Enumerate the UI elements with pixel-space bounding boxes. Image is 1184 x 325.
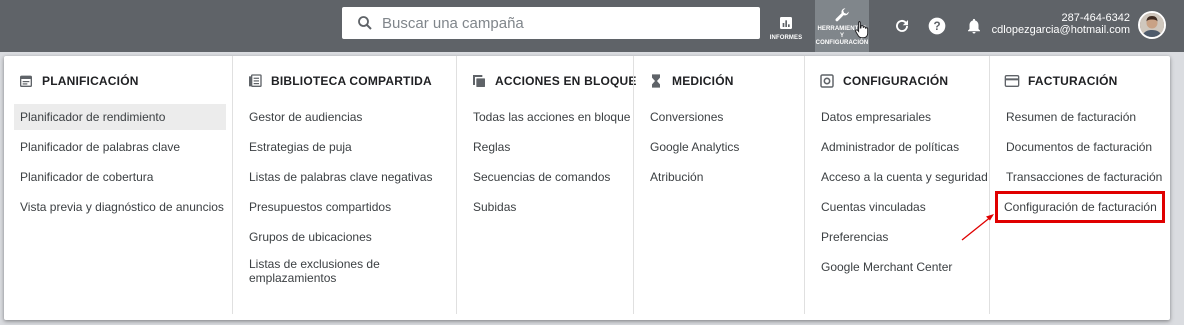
search-box[interactable] <box>342 7 760 39</box>
column-header: ACCIONES EN BLOQUE <box>471 73 637 89</box>
menu-item-grupos-ubicaciones[interactable]: Grupos de ubicaciones <box>243 224 450 250</box>
menu-item-planificador-palabras-clave[interactable]: Planificador de palabras clave <box>14 134 226 160</box>
menu-item-acceso-cuenta-seguridad[interactable]: Acceso a la cuenta y seguridad <box>815 164 988 190</box>
avatar[interactable] <box>1138 11 1166 39</box>
help-icon: ? <box>928 17 946 35</box>
menu-item-resumen-facturacion[interactable]: Resumen de facturación <box>1000 104 1164 130</box>
menu-item-subidas[interactable]: Subidas <box>467 194 627 220</box>
bell-icon <box>968 18 980 34</box>
column-header: MEDICIÓN <box>648 73 734 89</box>
column-header: FACTURACIÓN <box>1004 73 1118 89</box>
menu-column-facturacion: FACTURACIÓN Resumen de facturación Docum… <box>989 56 1170 314</box>
menu-item-secuencias-comandos[interactable]: Secuencias de comandos <box>467 164 627 190</box>
menu-item-vista-previa-diagnostico[interactable]: Vista previa y diagnóstico de anuncios <box>14 194 226 220</box>
column-title: FACTURACIÓN <box>1028 74 1118 88</box>
column-header: PLANIFICACIÓN <box>18 73 139 89</box>
menu-column-biblioteca: BIBLIOTECA COMPARTIDA Gestor de audienci… <box>232 56 456 314</box>
column-header: BIBLIOTECA COMPARTIDA <box>247 73 432 89</box>
menu-item-listas-palabras-negativas[interactable]: Listas de palabras clave negativas <box>243 164 450 190</box>
hand-cursor-icon <box>855 21 869 38</box>
menu-column-configuracion: CONFIGURACIÓN Datos empresariales Admini… <box>804 56 989 314</box>
menu-item-atribucion[interactable]: Atribución <box>644 164 798 190</box>
svg-text:?: ? <box>933 20 940 33</box>
account-email: cdlopezgarcia@hotmail.com <box>991 24 1130 36</box>
reports-icon <box>780 16 792 29</box>
reports-button[interactable]: INFORMES <box>764 0 808 52</box>
tools-label-2: Y <box>839 32 845 39</box>
menu-item-todas-acciones-bloque[interactable]: Todas las acciones en bloque <box>467 104 630 130</box>
notifications-button[interactable] <box>962 0 986 52</box>
annotation-arrow <box>961 214 994 241</box>
wrench-icon <box>835 7 849 21</box>
column-title: PLANIFICACIÓN <box>42 74 139 88</box>
search-input[interactable] <box>382 14 742 32</box>
menu-item-listas-exclusiones[interactable]: Listas de exclusiones de emplazamientos <box>243 254 393 288</box>
menu-item-reglas[interactable]: Reglas <box>467 134 627 160</box>
menu-item-presupuestos-compartidos[interactable]: Presupuestos compartidos <box>243 194 450 220</box>
library-icon <box>249 74 262 87</box>
column-title: ACCIONES EN BLOQUE <box>495 74 637 88</box>
menu-item-datos-empresariales[interactable]: Datos empresariales <box>815 104 983 130</box>
account-info[interactable]: 287-464-6342 cdlopezgarcia@hotmail.com <box>992 12 1130 36</box>
menu-item-estrategias-puja[interactable]: Estrategias de puja <box>243 134 450 160</box>
menu-column-planificacion: PLANIFICACIÓN Planificador de rendimient… <box>4 56 232 314</box>
menu-item-gestor-audiencias[interactable]: Gestor de audiencias <box>243 104 450 130</box>
credit-card-icon <box>1004 75 1020 87</box>
settings-box-icon <box>820 74 834 88</box>
menu-item-google-merchant-center[interactable]: Google Merchant Center <box>815 254 983 280</box>
menu-item-planificador-cobertura[interactable]: Planificador de cobertura <box>14 164 226 190</box>
reload-icon <box>896 19 908 32</box>
menu-column-acciones-bloque: ACCIONES EN BLOQUE Todas las acciones en… <box>456 56 636 314</box>
column-header: CONFIGURACIÓN <box>819 73 948 89</box>
menu-item-documentos-facturacion[interactable]: Documentos de facturación <box>1000 134 1164 160</box>
avatar-image <box>1140 13 1164 37</box>
menu-item-configuracion-facturacion[interactable]: Configuración de facturación <box>995 191 1165 223</box>
column-title: CONFIGURACIÓN <box>843 74 949 88</box>
top-bar: INFORMES HERRAMIENTAS Y CONFIGURACIÓN ? … <box>0 0 1184 52</box>
reload-button[interactable] <box>890 0 914 52</box>
search-icon <box>358 16 372 30</box>
tools-menu-panel: PLANIFICACIÓN Planificador de rendimient… <box>4 56 1170 320</box>
column-title: MEDICIÓN <box>672 74 734 88</box>
help-button[interactable]: ? <box>925 0 949 52</box>
column-title: BIBLIOTECA COMPARTIDA <box>271 74 432 88</box>
reports-label: INFORMES <box>769 34 803 41</box>
menu-item-transacciones-facturacion[interactable]: Transacciones de facturación <box>1000 164 1164 190</box>
menu-item-administrador-politicas[interactable]: Administrador de políticas <box>815 134 983 160</box>
menu-item-conversiones[interactable]: Conversiones <box>644 104 798 130</box>
menu-item-planificador-rendimiento[interactable]: Planificador de rendimiento <box>14 104 226 130</box>
calendar-icon <box>20 75 32 87</box>
tools-settings-button[interactable]: HERRAMIENTAS Y CONFIGURACIÓN <box>815 0 869 52</box>
tools-label-3: CONFIGURACIÓN <box>815 39 869 46</box>
hourglass-icon <box>652 74 660 88</box>
copy-icon <box>473 75 485 87</box>
account-phone: 287-464-6342 <box>1061 12 1130 24</box>
menu-column-medicion: MEDICIÓN Conversiones Google Analytics A… <box>633 56 804 314</box>
menu-item-google-analytics[interactable]: Google Analytics <box>644 134 798 160</box>
